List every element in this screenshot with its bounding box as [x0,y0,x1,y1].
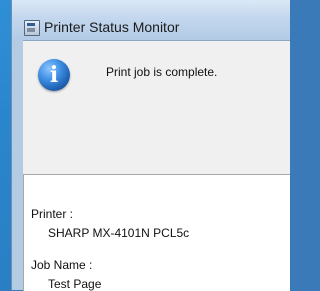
printer-app-icon [24,20,40,36]
status-message: Print job is complete. [106,65,218,79]
printer-label: Printer : [31,207,74,221]
job-name-label: Job Name : [31,258,93,272]
printer-status-window: Printer Status Monitor i Print job is co… [11,0,290,291]
printer-value: SHARP MX-4101N PCL5c [48,226,190,240]
desktop-background [0,0,11,290]
title-bar[interactable]: Printer Status Monitor [12,0,290,40]
dialog-body: i Print job is complete. Printer : SHARP… [23,40,290,291]
info-icon: i [38,59,70,91]
window-title: Printer Status Monitor [44,19,180,35]
job-name-value: Test Page [48,277,102,291]
job-details-panel: Printer : SHARP MX-4101N PCL5c Job Name … [23,174,290,291]
